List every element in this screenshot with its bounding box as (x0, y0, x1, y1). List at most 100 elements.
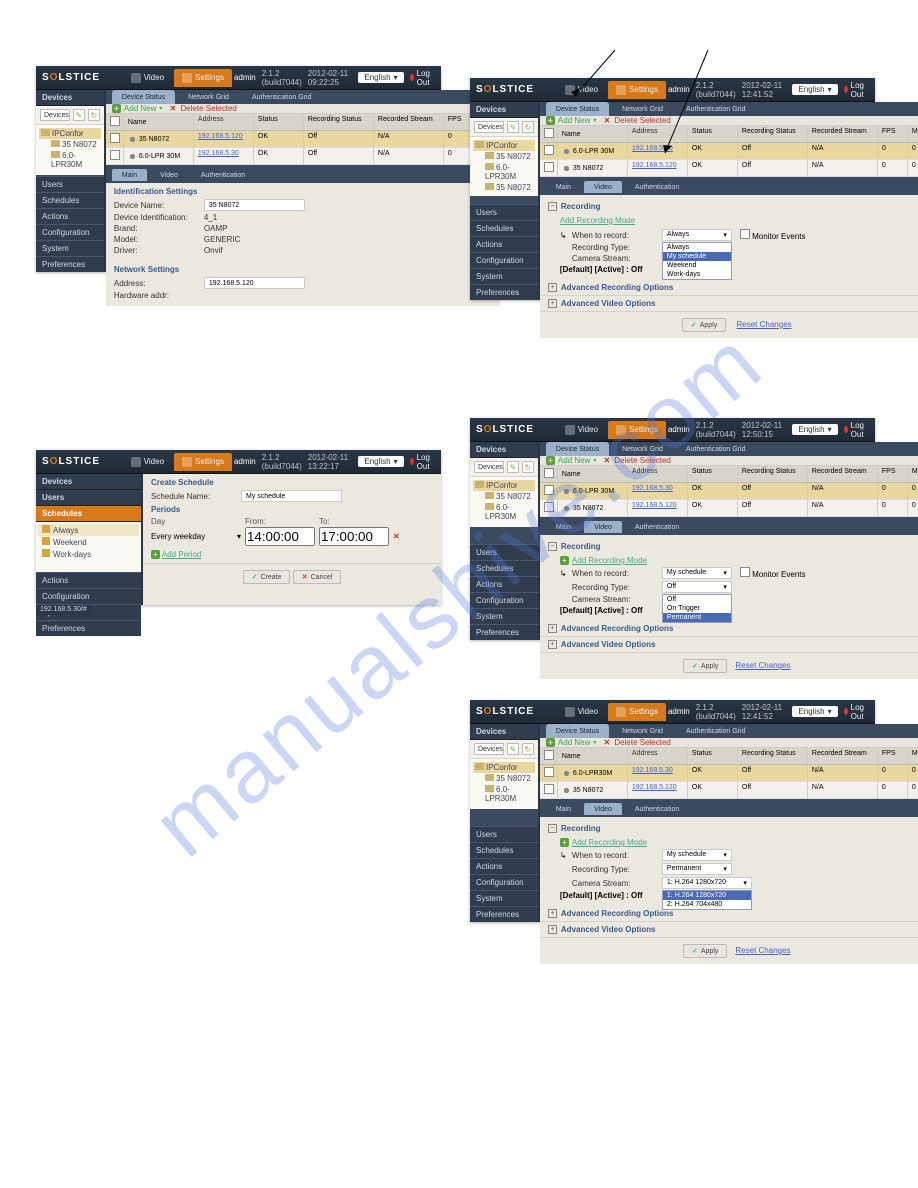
nav-users[interactable]: Users (470, 826, 538, 842)
sidebar-section-devices[interactable]: Devices (36, 90, 104, 106)
subtab-network-grid[interactable]: Network Grid (612, 102, 673, 116)
col-fps[interactable]: FPS (878, 748, 908, 764)
logout-link[interactable]: Log Out (410, 69, 433, 87)
detail-tab-video[interactable]: Video (584, 521, 622, 533)
col-rec-stream[interactable]: Recorded Stream (374, 114, 444, 130)
row-checkbox[interactable] (544, 162, 554, 172)
dropdown-item[interactable]: Work-days (663, 270, 731, 279)
device-name-input[interactable] (204, 199, 305, 211)
row-checkbox[interactable] (544, 784, 554, 794)
dropdown-item[interactable]: My schedule (663, 252, 731, 261)
col-mask[interactable]: Mask (908, 466, 918, 482)
nav-actions[interactable]: Actions (470, 858, 538, 874)
detail-tab-video[interactable]: Video (584, 181, 622, 193)
add-new-button[interactable]: +Add New▾ (546, 456, 596, 465)
nav-schedules[interactable]: Schedules (470, 560, 538, 576)
tree-item[interactable]: 35 N8072 (473, 151, 535, 162)
table-row[interactable]: 35 N8072192.168.5.120OKOffN/A00 (540, 782, 918, 799)
dropdown-item[interactable]: Weekend (663, 261, 731, 270)
add-recording-link[interactable]: Add Recording Mode (572, 838, 647, 847)
nav-users[interactable]: Users (36, 176, 104, 192)
subtab-device-status[interactable]: Device Status (546, 724, 609, 738)
when-to-record-select[interactable]: My schedule▾ (662, 567, 732, 579)
nav-users[interactable]: Users (470, 204, 538, 220)
add-period-link[interactable]: Add Period (162, 550, 202, 559)
row-checkbox[interactable] (544, 767, 554, 777)
subtab-device-status[interactable]: Device Status (112, 90, 175, 104)
col-fps[interactable]: FPS (878, 466, 908, 482)
recording-type-select[interactable]: Off▾ (662, 581, 732, 593)
col-rec-status[interactable]: Recording Status (738, 466, 808, 482)
delete-selected-button[interactable]: ✕Delete Selected (602, 738, 670, 747)
subtab-device-status[interactable]: Device Status (546, 102, 609, 116)
schedule-item[interactable]: Always (38, 524, 139, 536)
nav-schedules[interactable]: Schedules (36, 506, 141, 522)
nav-system[interactable]: System (36, 240, 104, 256)
to-input[interactable] (319, 527, 389, 546)
nav-devices[interactable]: Devices (36, 474, 141, 490)
col-rec-stream[interactable]: Recorded Stream (808, 748, 878, 764)
logout-link[interactable]: Log Out (410, 453, 433, 471)
camera-stream-select[interactable]: 1: H.264 1280x720▾ (662, 877, 752, 889)
day-select[interactable]: Every weekday▾ (151, 532, 241, 541)
lang-select[interactable]: English▾ (358, 456, 403, 467)
tree-root[interactable]: IPConfor (473, 762, 535, 773)
nav-prefs[interactable]: Preferences (470, 624, 538, 640)
refresh-icon[interactable]: ↻ (522, 461, 534, 473)
logout-link[interactable]: Log Out (844, 81, 867, 99)
detail-tab-auth[interactable]: Authentication (191, 169, 255, 181)
sidebar-section-devices[interactable]: Devices (470, 724, 538, 740)
nav-prefs[interactable]: Preferences (36, 256, 104, 272)
schedule-item[interactable]: Work-days (38, 548, 139, 560)
schedule-name-input[interactable] (241, 490, 342, 502)
reset-link[interactable]: Reset Changes (735, 946, 790, 955)
table-row[interactable]: 6.0-LPR 30M192.168.5.30OKOffN/A00 (540, 143, 918, 160)
col-name[interactable]: Name (558, 126, 628, 142)
address-input[interactable] (204, 277, 305, 289)
subtab-network-grid[interactable]: Network Grid (178, 90, 239, 104)
collapse-icon[interactable]: − (548, 202, 557, 211)
tab-settings[interactable]: Settings (174, 453, 232, 471)
col-name[interactable]: Name (124, 114, 194, 130)
tab-video[interactable]: Video (557, 81, 606, 99)
nav-actions[interactable]: Actions (470, 576, 538, 592)
sidebar-section-devices[interactable]: Devices (470, 102, 538, 118)
create-button[interactable]: ✓Create (243, 570, 291, 584)
nav-config[interactable]: Configuration (470, 252, 538, 268)
nav-config[interactable]: Configuration (36, 588, 141, 604)
tree-item[interactable]: 6.0-LPR30M (473, 162, 535, 182)
select-all-checkbox[interactable] (110, 116, 120, 126)
subtab-auth-grid[interactable]: Authentication Grid (242, 90, 322, 104)
col-mask[interactable]: Mask (908, 748, 918, 764)
table-row[interactable]: 35 N8072192.168.5.120OKOffN/A00 (540, 500, 918, 517)
nav-schedules[interactable]: Schedules (470, 842, 538, 858)
lang-select[interactable]: English▾ (792, 706, 837, 717)
nav-prefs[interactable]: Preferences (470, 906, 538, 922)
tab-settings[interactable]: Settings (608, 703, 666, 721)
subtab-auth-grid[interactable]: Authentication Grid (676, 724, 756, 738)
col-address[interactable]: Address (628, 466, 688, 482)
nav-schedules[interactable]: Schedules (36, 192, 104, 208)
expand-icon[interactable]: + (548, 283, 557, 292)
tree-root[interactable]: IPConfor (39, 128, 101, 139)
monitor-events-checkbox[interactable] (740, 229, 750, 239)
col-address[interactable]: Address (628, 748, 688, 764)
nav-actions[interactable]: Actions (470, 236, 538, 252)
tree-root[interactable]: IPConfor (473, 140, 535, 151)
col-name[interactable]: Name (558, 748, 628, 764)
detail-tab-video[interactable]: Video (150, 169, 188, 181)
select-all-checkbox[interactable] (544, 750, 554, 760)
edit-icon[interactable]: ✎ (507, 121, 519, 133)
device-dropdown[interactable]: Devices (474, 743, 504, 755)
gear-icon[interactable] (128, 152, 137, 161)
row-checkbox[interactable] (544, 485, 554, 495)
add-new-button[interactable]: +Add New▾ (546, 738, 596, 747)
schedule-item[interactable]: Weekend (38, 536, 139, 548)
apply-button[interactable]: ✓Apply (682, 318, 726, 332)
expand-icon[interactable]: + (548, 624, 557, 633)
gear-icon[interactable] (128, 135, 137, 144)
dropdown-item[interactable]: Off (663, 595, 731, 604)
add-new-button[interactable]: +Add New▾ (112, 104, 162, 113)
delete-selected-button[interactable]: ✕Delete Selected (602, 116, 670, 125)
col-status[interactable]: Status (688, 126, 738, 142)
